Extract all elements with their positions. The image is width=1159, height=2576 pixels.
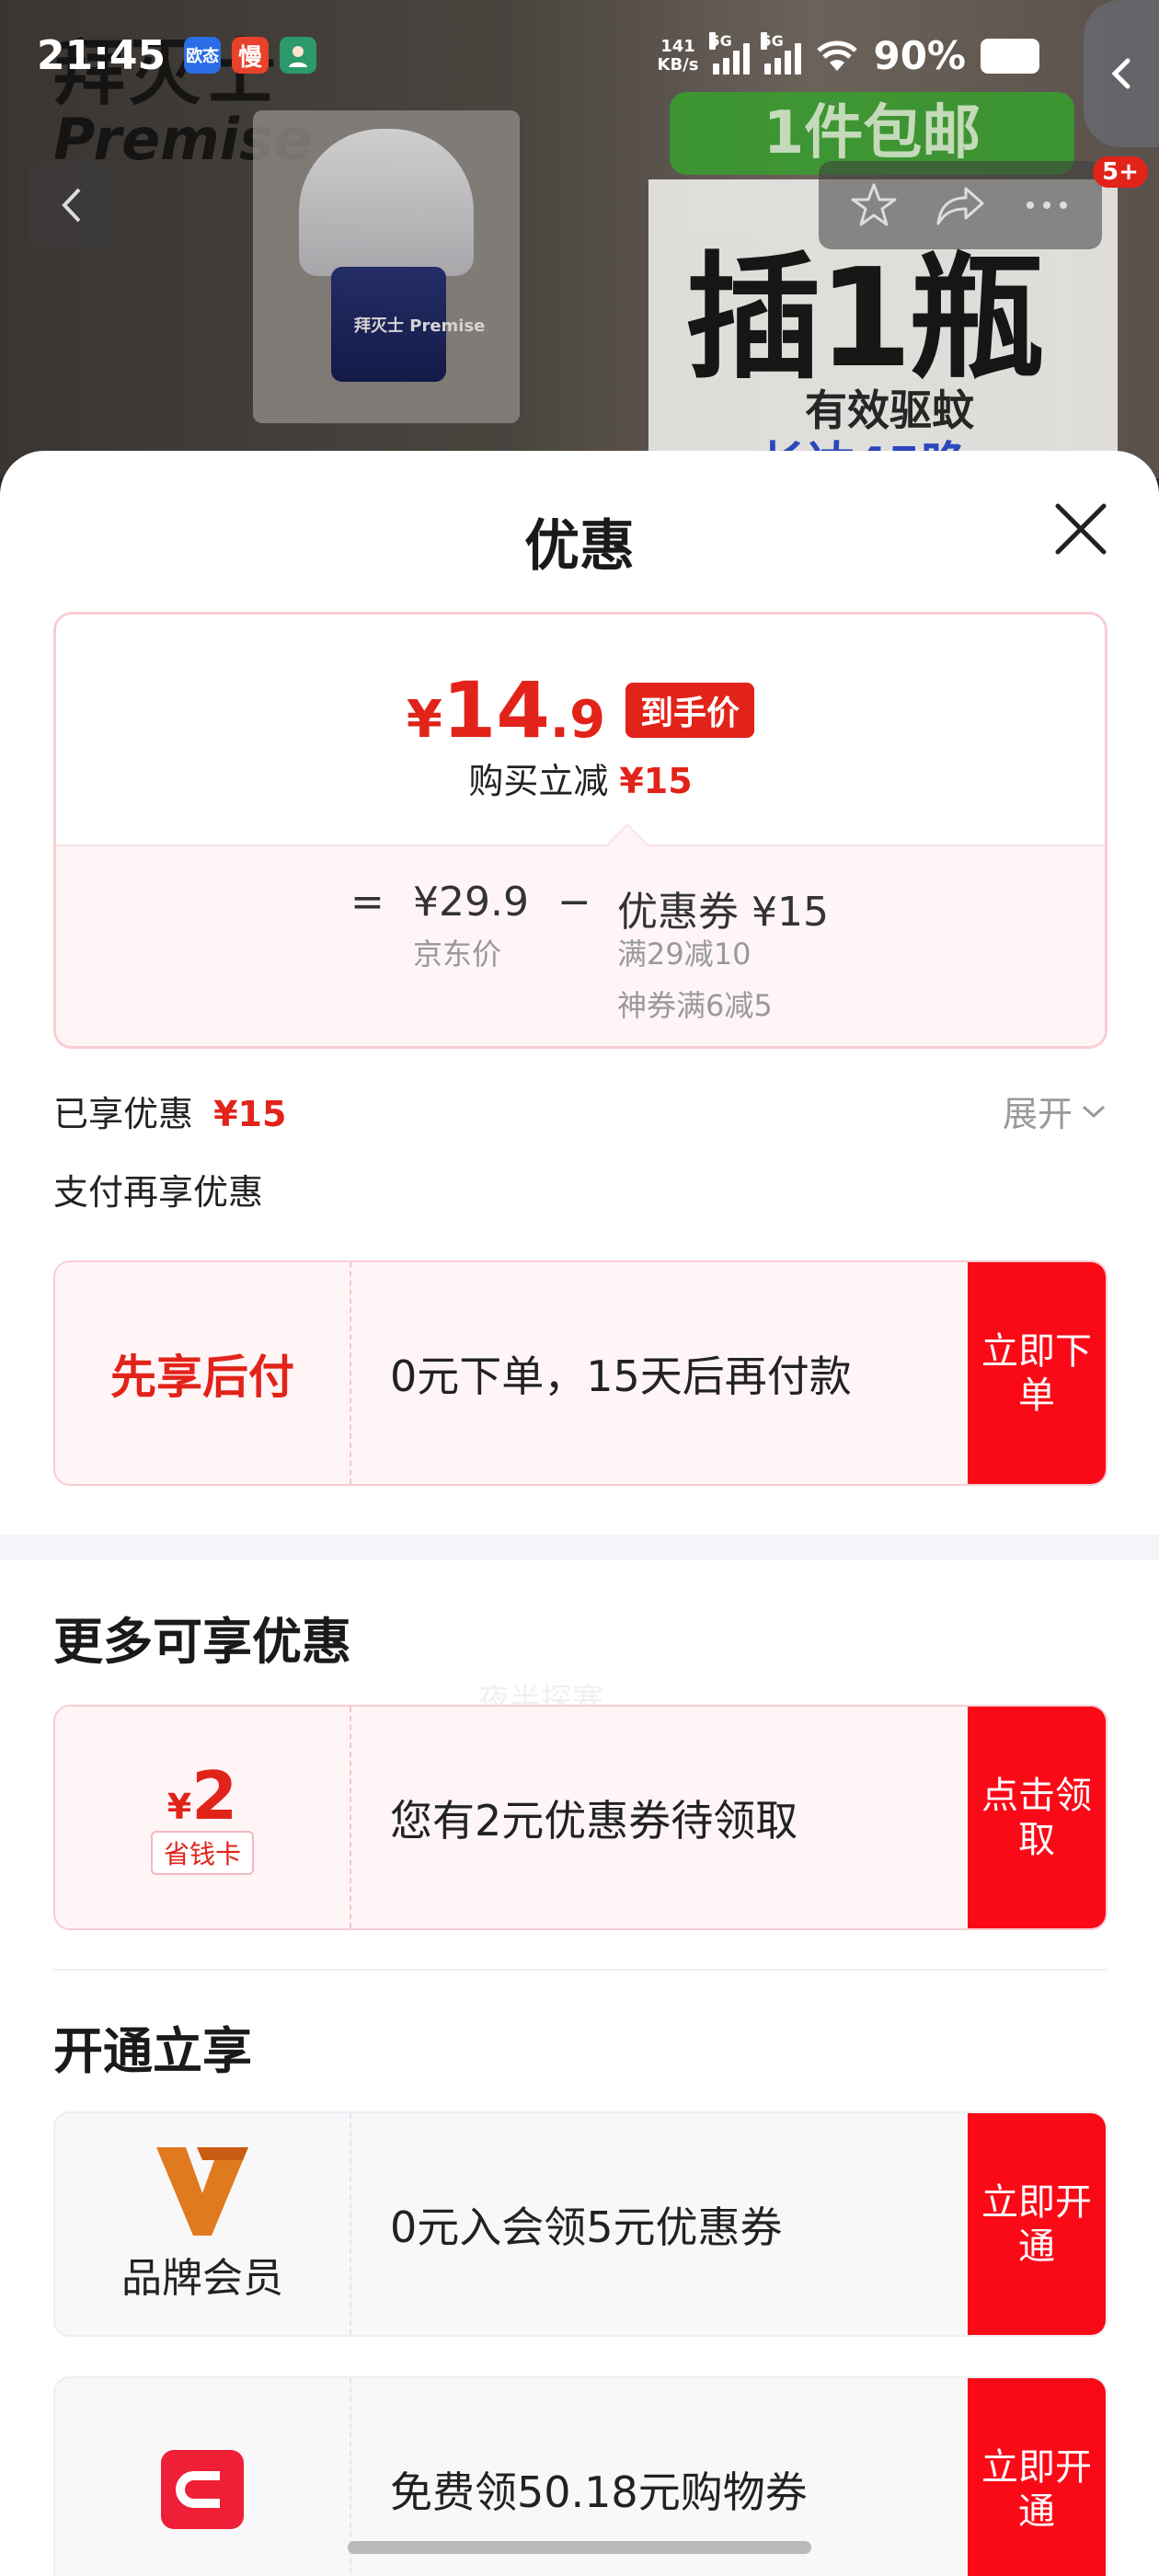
notification-app-icon: 慢 <box>232 37 270 74</box>
status-bar: 21:45 欧态 慢 141 KB/s 5G 5G 90% <box>0 0 1159 110</box>
home-indicator[interactable] <box>348 2541 811 2554</box>
price-breakdown-card: ¥ 14 .9 到手价 购买立减 ¥15 = ¥29.9 京东价 − 优惠券 ¥1… <box>53 612 1107 1049</box>
share-icon[interactable] <box>931 178 990 233</box>
open-coupon-button[interactable]: 立即开通 <box>968 2378 1106 2576</box>
minus-sign: − <box>557 879 591 926</box>
coupon-app-icon <box>161 2449 244 2529</box>
section-divider <box>0 1535 1159 1560</box>
net-speed: 141 KB/s <box>657 36 699 75</box>
instant-discount: 购买立减 ¥15 <box>468 761 693 801</box>
battery-icon <box>981 38 1039 74</box>
product-image: 拜灭士 Premise <box>253 110 520 423</box>
star-icon[interactable] <box>846 178 901 233</box>
status-time: 21:45 <box>37 31 166 79</box>
enjoyed-amount: ¥15 <box>213 1094 287 1134</box>
more-offers-title: 更多可享优惠 <box>53 1613 351 1671</box>
sheet-title: 优惠 <box>524 514 635 579</box>
jd-price: ¥29.9 <box>413 879 529 926</box>
final-price: ¥ 14 .9 到手价 <box>56 665 1105 755</box>
brand-member-logo-icon <box>156 2146 248 2236</box>
bnpl-title: 先享后付 <box>110 1350 294 1404</box>
saving-card-desc: 您有2元优惠券待领取 <box>390 1795 798 1846</box>
notification-app-icon: 欧态 <box>184 37 222 74</box>
more-icon[interactable] <box>1019 178 1074 233</box>
product-label: 拜灭士 Premise <box>354 316 486 336</box>
chevron-left-icon <box>1111 58 1130 89</box>
claim-button[interactable]: 点击领取 <box>968 1707 1106 1928</box>
jd-price-label: 京东价 <box>413 937 502 972</box>
join-member-button[interactable]: 立即开通 <box>968 2113 1106 2335</box>
pay-more-label: 支付再享优惠 <box>53 1172 264 1213</box>
avatar-app-icon <box>280 37 317 74</box>
coupon-rule: 神券满6减5 <box>617 988 773 1023</box>
top-action-group <box>819 161 1102 249</box>
final-price-tag: 到手价 <box>625 683 755 738</box>
coupon-rule: 满29减10 <box>617 937 752 972</box>
order-now-button[interactable]: 立即下单 <box>968 1262 1106 1484</box>
chevron-left-icon <box>62 188 81 223</box>
brand-member-label: 品牌会员 <box>121 2254 283 2302</box>
bnpl-offer: 先享后付 0元下单，15天后再付款 立即下单 <box>53 1260 1107 1486</box>
open-to-enjoy-title: 开通立享 <box>53 2022 252 2080</box>
saving-card-tag: 省钱卡 <box>150 1830 254 1875</box>
expand-button[interactable]: 展开 <box>1003 1086 1107 1136</box>
side-panel-handle[interactable] <box>1084 0 1159 147</box>
bnpl-desc: 0元下单，15天后再付款 <box>390 1351 852 1401</box>
equals-sign: = <box>350 879 384 926</box>
message-count-badge: 5+ <box>1093 156 1148 188</box>
saving-card-offer: ¥ 2 省钱卡 您有2元优惠券待领取 点击领取 <box>53 1705 1107 1930</box>
coupon-amount: 优惠券 ¥15 <box>617 889 829 936</box>
battery-percent: 90% <box>873 33 966 78</box>
close-icon[interactable] <box>1049 497 1113 561</box>
signal-icon: 5G <box>709 31 751 75</box>
back-button[interactable] <box>28 161 116 249</box>
wifi-icon <box>817 40 858 71</box>
saving-card-amount: ¥ 2 <box>166 1756 238 1834</box>
discount-sheet: 优惠 ¥ 14 .9 到手价 购买立减 ¥15 = ¥29.9 京东价 − 优惠券… <box>0 451 1159 2576</box>
enjoyed-label: 已享优惠 <box>53 1094 194 1134</box>
brand-member-desc: 0元入会领5元优惠券 <box>390 2202 783 2252</box>
enjoyed-discount-row: 已享优惠 ¥15 展开 <box>53 1086 1107 1136</box>
signal-icon: 5G <box>761 31 802 75</box>
brand-member-offer: 品牌会员 0元入会领5元优惠券 立即开通 <box>53 2111 1107 2337</box>
chevron-down-icon <box>1082 1105 1106 1118</box>
